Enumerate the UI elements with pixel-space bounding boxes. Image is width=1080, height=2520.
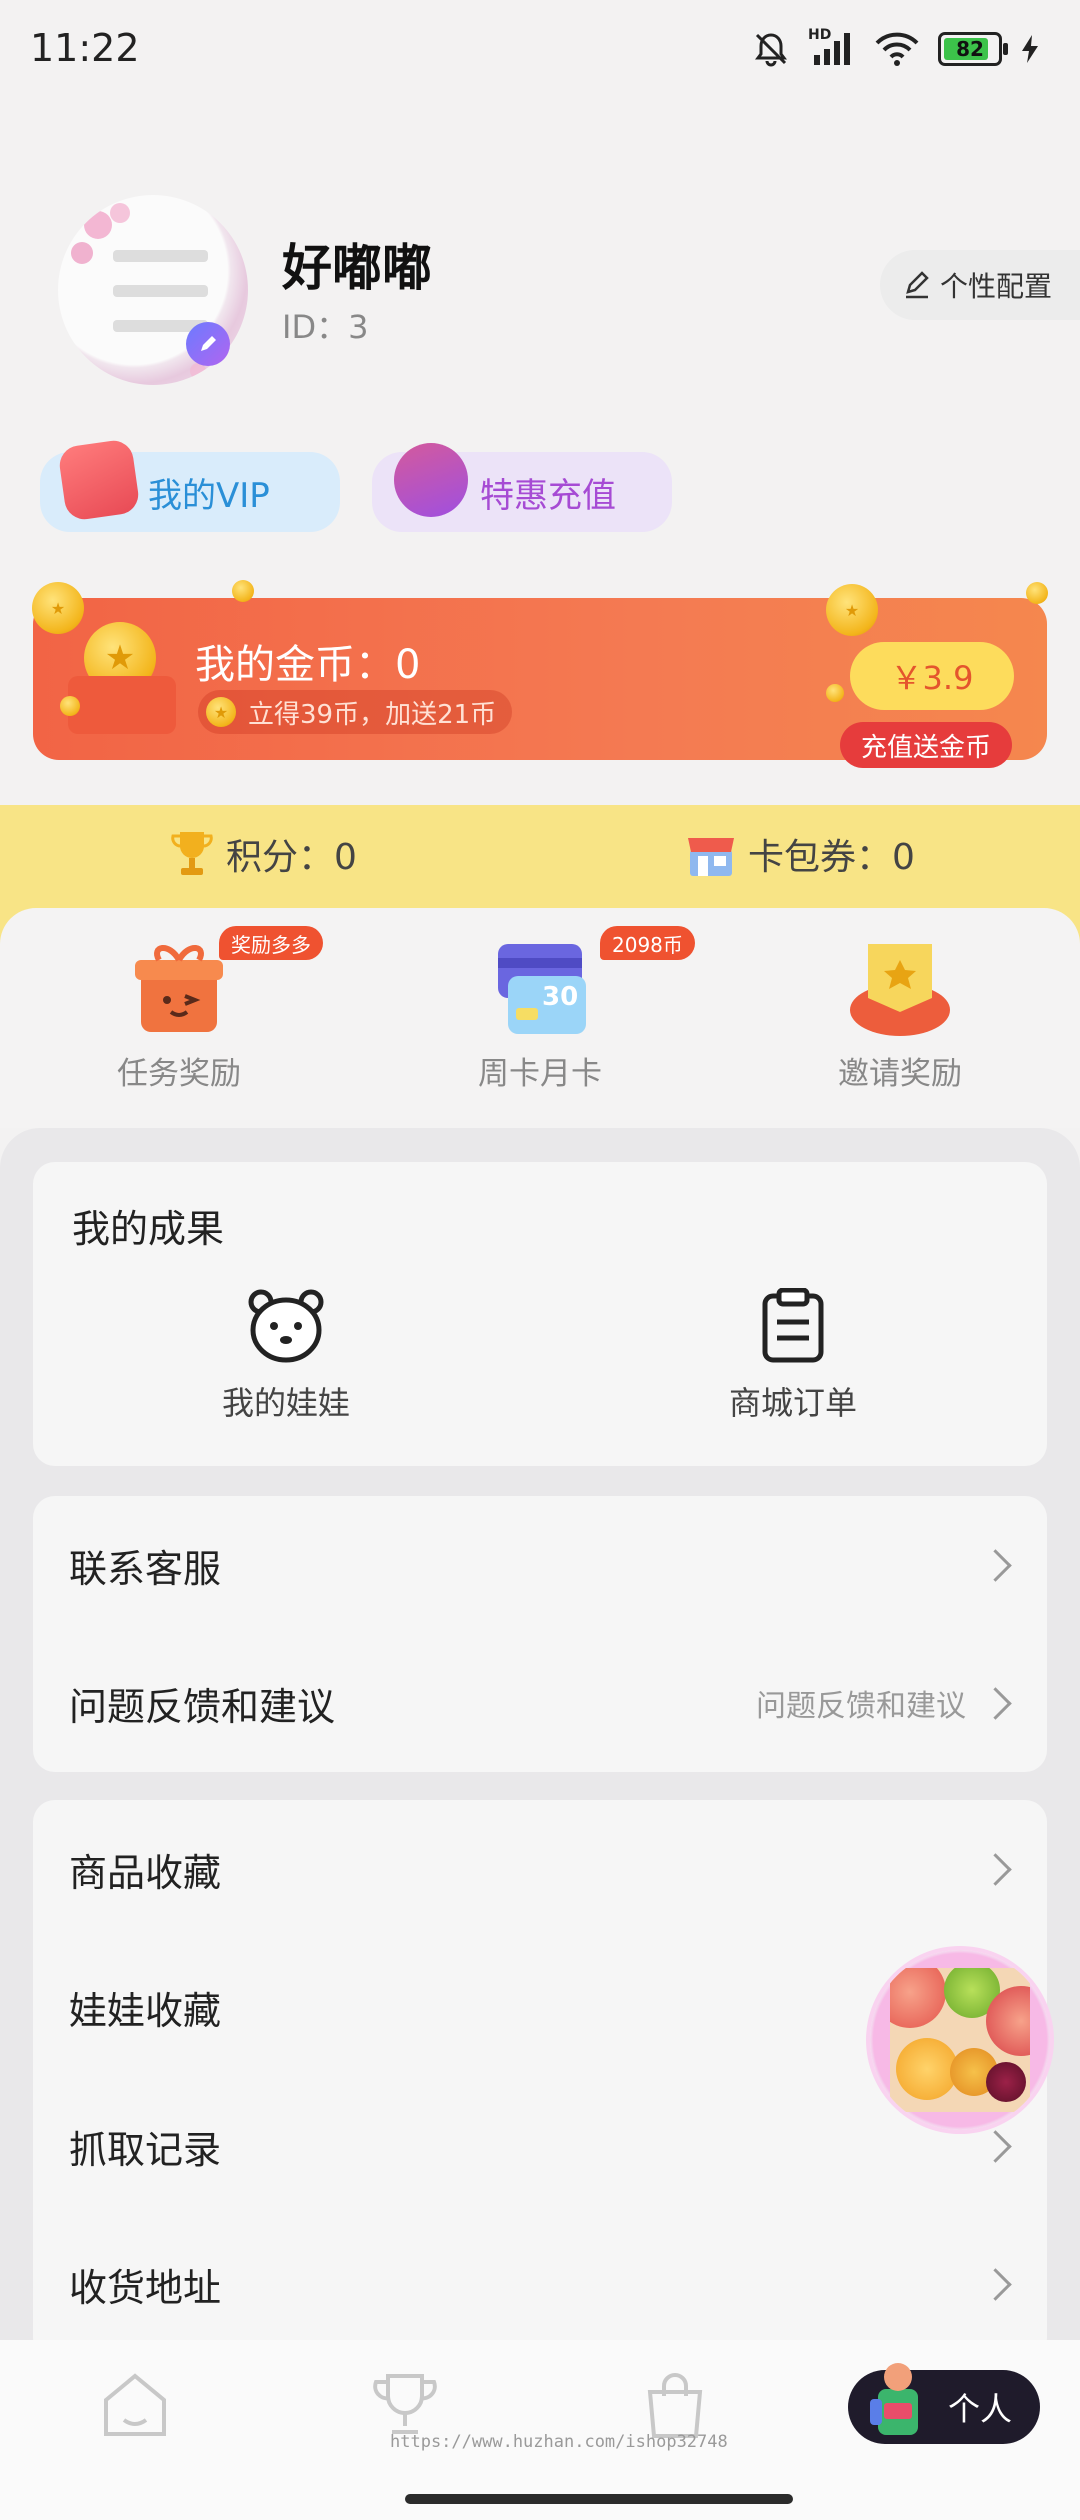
user-name: 好嘟嘟 [282, 239, 432, 297]
achievement-mall-orders[interactable]: 商城订单 [683, 1288, 903, 1424]
person-tab-icon [870, 2363, 918, 2435]
nav-personal-label: 个人 [948, 2390, 1013, 2428]
coin-icon [826, 684, 844, 702]
small-coin-icon: ★ [206, 697, 236, 727]
trophy-icon [171, 832, 213, 875]
card-number: 30 [542, 982, 579, 1012]
menu-shipping-address[interactable]: 收货地址 [33, 2215, 1047, 2353]
watermark-text: https://www.huzhan.com/ishop32748 [390, 2432, 728, 2452]
coin-icon: ★ [32, 582, 84, 634]
shop-icon [688, 838, 734, 876]
vip-gift-icon [57, 438, 141, 522]
home-icon[interactable] [100, 2370, 170, 2440]
shortcut-invite-reward[interactable]: 邀请奖励 [790, 940, 1010, 1093]
shipping-address-label: 收货地址 [69, 2265, 222, 2310]
personal-config-label: 个性配置 [940, 270, 1053, 303]
trophy-nav-icon[interactable] [370, 2370, 440, 2440]
week-month-card-label: 周卡月卡 [478, 1056, 602, 1092]
member-card-icon: 30 [490, 940, 590, 1036]
achievements-title: 我的成果 [72, 1207, 225, 1251]
home-indicator[interactable] [405, 2494, 793, 2504]
my-dolls-label: 我的娃娃 [221, 1384, 350, 1422]
clipboard-icon [762, 1288, 824, 1363]
coin-icon [1026, 582, 1048, 604]
floating-promo-ball[interactable] [870, 1950, 1050, 2130]
score-item[interactable]: 积分：0 [170, 828, 357, 880]
gift-box-icon [129, 940, 229, 1036]
special-recharge-label: 特惠充值 [480, 475, 616, 516]
bear-icon [248, 1289, 324, 1363]
feedback-value: 问题反馈和建议 [756, 1689, 966, 1724]
signal-icon: HD [808, 27, 856, 67]
menu-feedback[interactable]: 问题反馈和建议 问题反馈和建议 [33, 1634, 1047, 1772]
coin-icon: ★ [826, 584, 878, 636]
gold-offer-text: ★ 立得39币，加送21币 [198, 690, 513, 734]
wallet-icon [394, 443, 468, 517]
contact-service-label: 联系客服 [69, 1546, 222, 1591]
week-month-card-badge: 2098币 [600, 926, 695, 960]
charging-icon [1022, 35, 1038, 63]
chevron-right-icon [979, 2129, 1012, 2163]
coin-icon [60, 696, 80, 716]
edit-icon [906, 271, 929, 299]
coin-base [68, 676, 176, 734]
network-type: HD [808, 27, 832, 43]
my-vip-button[interactable]: 我的VIP [40, 438, 340, 532]
fruit-image [890, 1968, 1030, 2112]
special-recharge-button[interactable]: 特惠充值 [372, 443, 672, 532]
gold-offer-label: 立得39币，加送21币 [248, 699, 497, 730]
achievement-my-dolls[interactable]: 我的娃娃 [176, 1288, 396, 1424]
nav-personal-tab[interactable]: 个人 [848, 2363, 1040, 2444]
task-reward-badge: 奖励多多 [219, 926, 323, 960]
shortcut-task-reward[interactable]: 奖励多多 任务奖励 [69, 926, 323, 1093]
feedback-label: 问题反馈和建议 [69, 1684, 336, 1729]
task-reward-label: 任务奖励 [117, 1056, 241, 1092]
chevron-right-icon [979, 1548, 1012, 1582]
menu-contact-service[interactable]: 联系客服 [33, 1496, 1047, 1634]
menu-goods-favorites[interactable]: 商品收藏 [33, 1800, 1047, 1938]
goods-favorites-label: 商品收藏 [69, 1850, 222, 1895]
doll-favorites-label: 娃娃收藏 [69, 1988, 222, 2033]
price-button[interactable]: ￥3.9 [850, 642, 1014, 710]
red-envelope-icon [850, 940, 950, 1036]
user-id: ID：3 [282, 308, 369, 346]
pen-icon [201, 336, 216, 351]
coupon-label: 卡包券：0 [748, 837, 915, 878]
status-time: 11:22 [30, 26, 140, 70]
shopping-bag-icon[interactable] [640, 2370, 710, 2440]
battery-icon: 82 [938, 32, 1008, 66]
wifi-icon [875, 32, 919, 66]
coupon-item[interactable]: 卡包券：0 [686, 828, 915, 880]
avatar-edit-button[interactable] [186, 322, 230, 366]
shortcut-week-month-card[interactable]: 30 2098币 周卡月卡 [430, 926, 695, 1093]
score-label: 积分：0 [226, 837, 357, 878]
recharge-gold-tag[interactable]: 充值送金币 [840, 722, 1012, 768]
mall-orders-label: 商城订单 [728, 1384, 857, 1422]
invite-reward-label: 邀请奖励 [838, 1056, 962, 1092]
status-icons: HD 82 [752, 27, 1040, 68]
chevron-right-icon [979, 1686, 1012, 1720]
battery-level: 82 [956, 37, 984, 61]
mute-bell-icon [755, 33, 787, 67]
my-gold-label: 我的金币：0 [195, 642, 421, 688]
chevron-right-icon [979, 2267, 1012, 2301]
coin-icon [232, 580, 254, 602]
personal-config-button[interactable]: 个性配置 [880, 250, 1080, 320]
grab-records-label: 抓取记录 [69, 2127, 222, 2172]
chevron-right-icon [979, 1852, 1012, 1886]
my-vip-label: 我的VIP [148, 475, 270, 516]
